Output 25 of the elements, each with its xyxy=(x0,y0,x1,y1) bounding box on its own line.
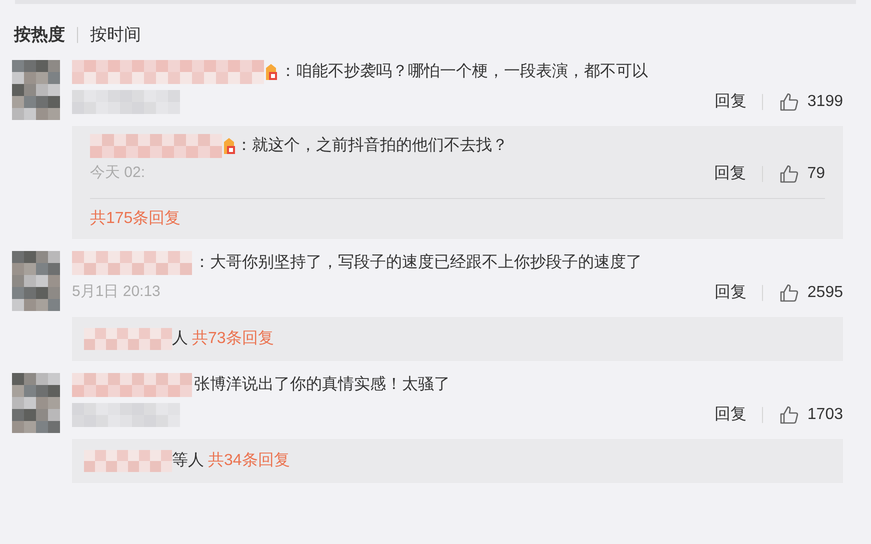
like-button[interactable]: 3199 xyxy=(779,90,843,114)
avatar-drawing xyxy=(12,60,60,120)
thumbs-up-icon xyxy=(779,92,800,112)
comment-text: ：大哥你别坚持了，写段子的速度已经跟不上你抄段子的速度了 xyxy=(194,252,642,272)
reply-link[interactable]: 回复 xyxy=(714,280,746,304)
reply-text: ：就这个，之前抖音拍的他们不去找？ xyxy=(236,136,508,156)
avatar-drawing xyxy=(12,250,60,310)
sort-tab[interactable]: 按热度 xyxy=(14,22,65,48)
comment-text: ：咱能不抄袭吗？哪怕一个梗，一段表演，都不可以 xyxy=(280,62,648,82)
thumbs-up-icon xyxy=(779,404,800,424)
reply-participants: 人 xyxy=(172,328,188,348)
timestamp: 5月1日 20:13 xyxy=(72,282,160,302)
reply-participants: 等人 xyxy=(172,450,204,470)
sort-tab[interactable]: 按时间 xyxy=(90,22,141,48)
thumbs-up-icon xyxy=(779,282,800,302)
reply-link[interactable]: 回复 xyxy=(714,402,746,426)
like-button[interactable]: 1703 xyxy=(779,402,843,426)
like-button[interactable]: 2595 xyxy=(779,280,843,304)
reply-link[interactable]: 回复 xyxy=(714,90,746,114)
like-button[interactable]: 79 xyxy=(779,162,825,186)
thumbs-up-icon xyxy=(779,164,800,184)
timestamp: 今天 02: xyxy=(90,163,146,184)
avatar-drawing xyxy=(12,372,60,432)
comment-text: 张博洋说出了你的真情实感！太骚了 xyxy=(194,374,450,394)
reply-link[interactable]: 回复 xyxy=(714,162,746,186)
